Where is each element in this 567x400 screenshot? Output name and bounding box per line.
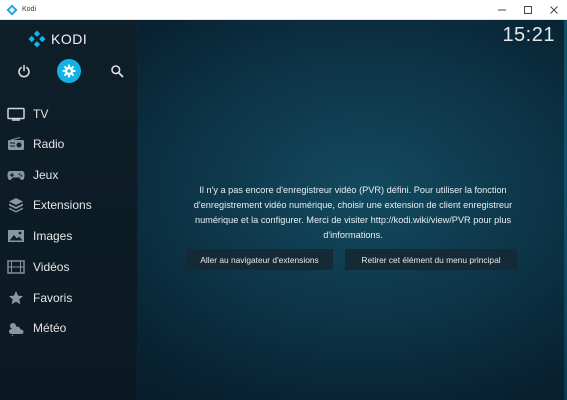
- sidebar-item-label: Vidéos: [33, 260, 70, 274]
- sidebar-item-radio[interactable]: Radio: [0, 130, 138, 158]
- sidebar-item-label: Radio: [33, 137, 65, 151]
- minimize-icon: [498, 9, 506, 11]
- weather-icon: [7, 319, 25, 337]
- sidebar-divider: [137, 20, 138, 400]
- browse-addons-button[interactable]: Aller au navigateur d'extensions: [186, 249, 333, 270]
- search-button[interactable]: [104, 58, 130, 84]
- action-buttons: Aller au navigateur d'extensions Retirer…: [186, 249, 517, 270]
- sidebar: KODI TV Radio Jeux Extensions Images Vid…: [0, 20, 138, 400]
- image-icon: [7, 227, 25, 245]
- sidebar-item-videos[interactable]: Vidéos: [0, 253, 138, 281]
- pvr-message-line: numérique et la configurer. Merci de vis…: [194, 215, 512, 225]
- sidebar-item-label: Images: [33, 229, 73, 243]
- sidebar-item-pictures[interactable]: Images: [0, 222, 138, 250]
- power-icon: [18, 64, 30, 78]
- sidebar-item-weather[interactable]: Météo: [0, 314, 138, 342]
- window-titlebar: Kodi: [0, 0, 567, 20]
- kodi-logo-icon: [28, 30, 46, 48]
- star-icon: [7, 289, 25, 307]
- gamepad-icon: [7, 166, 25, 184]
- sidebar-item-addons[interactable]: Extensions: [0, 191, 138, 219]
- film-icon: [7, 258, 25, 276]
- minimize-button[interactable]: [489, 0, 515, 20]
- pvr-message-line: d'informations.: [323, 230, 383, 240]
- box-icon: [7, 196, 25, 214]
- kodi-brand-text: KODI: [51, 31, 88, 47]
- window-title: Kodi: [22, 6, 37, 13]
- close-button[interactable]: [541, 0, 567, 20]
- maximize-icon: [524, 6, 532, 14]
- pvr-message-line: d'enregistrement vidéo numérique, choisi…: [193, 200, 513, 210]
- kodi-logo: KODI: [28, 30, 87, 48]
- radio-icon: [7, 135, 25, 153]
- search-icon: [111, 65, 124, 78]
- sidebar-item-favourites[interactable]: Favoris: [0, 284, 138, 312]
- kodi-icon: [6, 4, 18, 16]
- power-button[interactable]: [11, 58, 37, 84]
- top-icons-bar: [0, 58, 138, 86]
- sidebar-item-label: TV: [33, 107, 49, 121]
- settings-icon: [62, 64, 76, 78]
- kodi-app: KODI TV Radio Jeux Extensions Images Vid…: [0, 20, 567, 400]
- settings-button[interactable]: [57, 59, 81, 83]
- clock: 15:21: [502, 24, 555, 46]
- sidebar-item-label: Favoris: [33, 291, 73, 305]
- pvr-message-line: Il n'y a pas encore d'enregistreur vidéo…: [199, 185, 507, 195]
- sidebar-item-games[interactable]: Jeux: [0, 161, 138, 189]
- maximize-button[interactable]: [515, 0, 541, 20]
- pvr-message: Il n'y a pas encore d'enregistreur vidéo…: [168, 183, 538, 243]
- sidebar-item-label: Extensions: [33, 198, 92, 212]
- sidebar-item-tv[interactable]: TV: [0, 100, 138, 128]
- close-icon: [550, 6, 558, 14]
- sidebar-item-label: Météo: [33, 321, 67, 335]
- sidebar-item-label: Jeux: [33, 168, 59, 182]
- remove-menu-item-button[interactable]: Retirer cet élément du menu principal: [345, 249, 517, 270]
- tv-icon: [7, 105, 25, 123]
